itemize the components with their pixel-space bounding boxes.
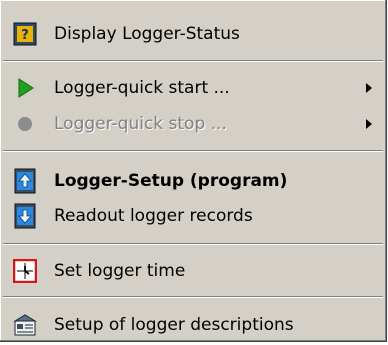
menu-item-readout-logger-records[interactable]: Readout logger records — [0, 196, 386, 236]
menu-item-label: Setup of logger descriptions — [54, 315, 294, 335]
submenu-arrow-icon — [366, 119, 372, 129]
menu-separator — [3, 150, 383, 152]
submenu-arrow-icon — [366, 83, 372, 93]
menu-item-label: Display Logger-Status — [54, 24, 240, 44]
descriptions-icon — [11, 311, 39, 339]
stop-circle-icon — [11, 110, 39, 138]
menu-item-label: Logger-quick stop ... — [54, 114, 227, 134]
context-menu: ? Display Logger-Status Logger-quick sta… — [0, 0, 387, 342]
menu-item-label: Set logger time — [54, 261, 186, 281]
menu-separator — [3, 296, 383, 298]
svg-text:?: ? — [21, 28, 29, 43]
menu-item-label: Logger-quick start ... — [54, 78, 230, 98]
play-triangle-icon — [11, 74, 39, 102]
menu-item-set-logger-time[interactable]: Set logger time — [0, 251, 386, 291]
menu-item-logger-quick-start[interactable]: Logger-quick start ... — [0, 68, 386, 108]
menu-item-display-logger-status[interactable]: ? Display Logger-Status — [0, 14, 386, 54]
logger-upload-icon — [11, 167, 39, 195]
menu-item-logger-setup[interactable]: Logger-Setup (program) — [0, 161, 386, 201]
menu-item-logger-quick-stop: Logger-quick stop ... — [0, 104, 386, 144]
menu-separator — [3, 60, 383, 62]
menu-item-label: Logger-Setup (program) — [54, 171, 288, 191]
logger-status-icon: ? — [11, 20, 39, 48]
menu-item-setup-logger-descriptions[interactable]: Setup of logger descriptions — [0, 305, 386, 345]
logger-download-icon — [11, 202, 39, 230]
clock-icon — [11, 257, 39, 285]
menu-item-label: Readout logger records — [54, 206, 253, 226]
menu-separator — [3, 243, 383, 245]
